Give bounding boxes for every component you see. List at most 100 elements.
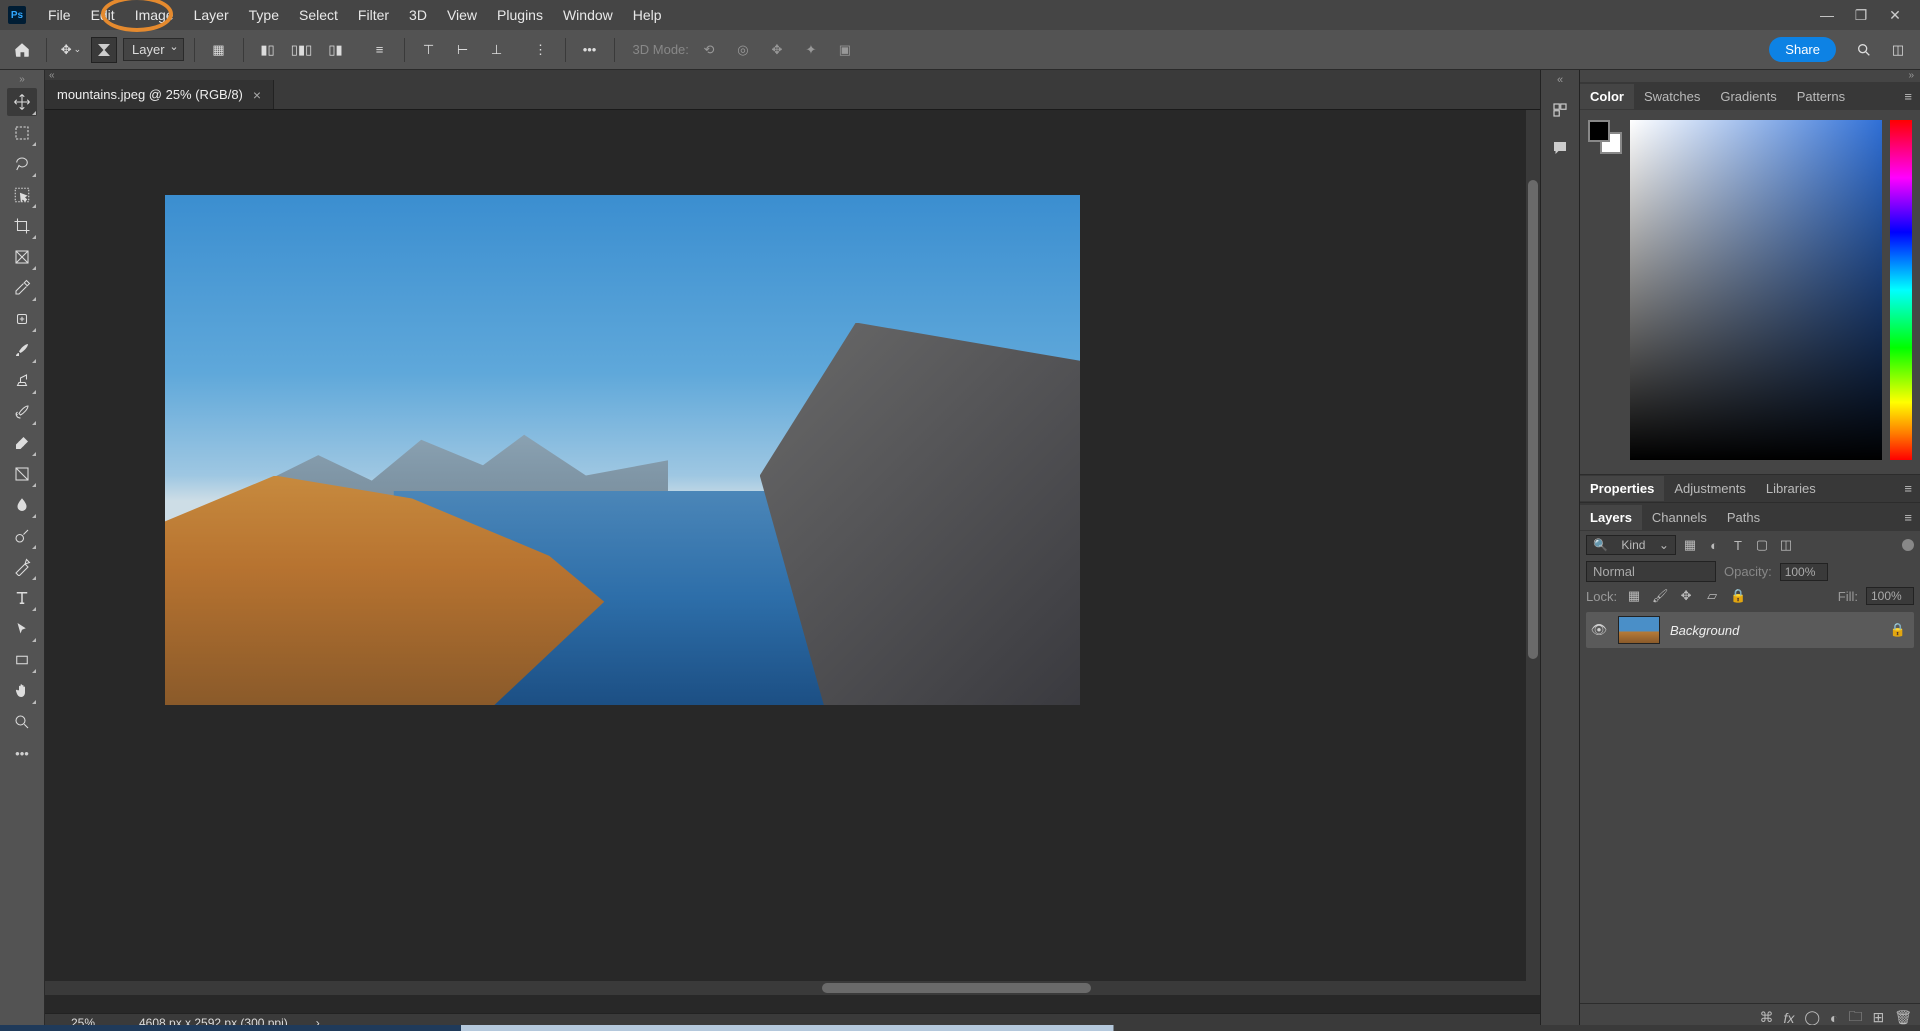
history-brush-tool[interactable] — [7, 398, 37, 426]
tab-swatches[interactable]: Swatches — [1634, 84, 1710, 109]
3d-orbit-icon[interactable]: ⟲ — [695, 36, 723, 64]
blur-tool[interactable] — [7, 491, 37, 519]
menu-layer[interactable]: Layer — [184, 3, 239, 27]
color-field[interactable] — [1630, 120, 1882, 460]
lock-pixels-icon[interactable]: 🖌 — [1651, 588, 1669, 604]
gradient-tool[interactable] — [7, 460, 37, 488]
lock-artboard-icon[interactable]: ▱ — [1703, 588, 1721, 604]
tab-gradients[interactable]: Gradients — [1710, 84, 1786, 109]
align-bottom-icon[interactable]: ⊥ — [483, 36, 511, 64]
opacity-field[interactable]: 100% — [1780, 563, 1828, 581]
marquee-tool[interactable] — [7, 119, 37, 147]
window-close-button[interactable]: ✕ — [1878, 3, 1912, 27]
distribute-v-icon[interactable]: ⋮ — [527, 36, 555, 64]
lock-all-icon[interactable]: 🔒 — [1729, 588, 1747, 604]
healing-brush-tool[interactable] — [7, 305, 37, 333]
crop-tool[interactable] — [7, 212, 37, 240]
layer-filter-dropdown[interactable]: 🔍Kind⌄ — [1586, 535, 1676, 555]
zoom-tool[interactable] — [7, 708, 37, 736]
layer-fx-icon[interactable]: fx — [1783, 1010, 1794, 1026]
menu-view[interactable]: View — [437, 3, 487, 27]
brush-tool[interactable] — [7, 336, 37, 364]
clone-stamp-tool[interactable] — [7, 367, 37, 395]
expand-panels-handle[interactable]: « — [1557, 74, 1563, 86]
menu-filter[interactable]: Filter — [348, 3, 399, 27]
tools-more[interactable]: ••• — [7, 739, 37, 767]
layer-thumbnail[interactable] — [1618, 616, 1660, 644]
eyedropper-tool[interactable] — [7, 274, 37, 302]
filter-shape-icon[interactable]: ▢ — [1752, 535, 1772, 555]
menu-3d[interactable]: 3D — [399, 3, 437, 27]
rectangle-tool[interactable] — [7, 646, 37, 674]
vertical-scrollbar[interactable] — [1526, 110, 1540, 981]
share-button[interactable]: Share — [1769, 37, 1836, 62]
fill-field[interactable]: 100% — [1866, 587, 1914, 605]
document-tab[interactable]: mountains.jpeg @ 25% (RGB/8) × — [45, 80, 274, 109]
filter-smart-icon[interactable]: ◫ — [1776, 535, 1796, 555]
tools-collapse-handle[interactable]: » — [19, 74, 25, 86]
layer-name[interactable]: Background — [1670, 623, 1739, 638]
more-options-icon[interactable]: ••• — [576, 36, 604, 64]
workspace-switcher-icon[interactable]: ◫ — [1884, 36, 1912, 64]
new-layer-icon[interactable]: ⊞ — [1872, 1009, 1884, 1026]
frame-tool[interactable] — [7, 243, 37, 271]
tab-patterns[interactable]: Patterns — [1787, 84, 1855, 109]
filter-pixel-icon[interactable]: ▦ — [1680, 535, 1700, 555]
tab-layers[interactable]: Layers — [1580, 505, 1642, 530]
auto-select-toggle[interactable] — [91, 37, 117, 63]
menu-file[interactable]: File — [38, 3, 81, 27]
properties-panel-menu-icon[interactable]: ≡ — [1896, 481, 1920, 496]
canvas[interactable] — [45, 110, 1540, 1013]
layers-panel-menu-icon[interactable]: ≡ — [1896, 510, 1920, 525]
auto-select-target-dropdown[interactable]: Layer — [123, 38, 184, 61]
filter-toggle[interactable] — [1902, 539, 1914, 551]
menu-image[interactable]: Image — [125, 3, 184, 27]
distribute-h-icon[interactable]: ≡ — [366, 36, 394, 64]
type-tool[interactable] — [7, 584, 37, 612]
link-layers-icon[interactable]: ⌘ — [1759, 1009, 1773, 1026]
new-fill-layer-icon[interactable]: ◐ — [1830, 1010, 1838, 1026]
3d-pan-icon[interactable]: ✥ — [763, 36, 791, 64]
comments-panel-icon[interactable] — [1546, 134, 1574, 162]
menu-type[interactable]: Type — [239, 3, 289, 27]
move-tool-indicator-icon[interactable]: ✥⌄ — [57, 36, 85, 64]
layer-visibility-icon[interactable]: 👁 — [1590, 622, 1608, 638]
tab-adjustments[interactable]: Adjustments — [1664, 476, 1756, 501]
object-select-tool[interactable] — [7, 181, 37, 209]
menu-plugins[interactable]: Plugins — [487, 3, 553, 27]
eraser-tool[interactable] — [7, 429, 37, 457]
tab-libraries[interactable]: Libraries — [1756, 476, 1826, 501]
color-panel-menu-icon[interactable]: ≡ — [1896, 89, 1920, 104]
path-select-tool[interactable] — [7, 615, 37, 643]
hand-tool[interactable] — [7, 677, 37, 705]
align-center-h-icon[interactable]: ▯▮▯ — [288, 36, 316, 64]
align-right-icon[interactable]: ▯▮ — [322, 36, 350, 64]
3d-roll-icon[interactable]: ◎ — [729, 36, 757, 64]
close-tab-icon[interactable]: × — [253, 87, 261, 103]
layer-mask-icon[interactable]: ◯ — [1804, 1009, 1820, 1026]
hue-slider[interactable] — [1890, 120, 1912, 460]
3d-camera-icon[interactable]: ▣ — [831, 36, 859, 64]
dodge-tool[interactable] — [7, 522, 37, 550]
window-minimize-button[interactable]: — — [1810, 3, 1844, 27]
delete-layer-icon[interactable]: 🗑 — [1894, 1009, 1912, 1026]
filter-type-icon[interactable]: T — [1728, 535, 1748, 555]
align-top-icon[interactable]: ⊤ — [415, 36, 443, 64]
menu-edit[interactable]: Edit — [81, 3, 125, 27]
layer-row-background[interactable]: 👁 Background 🔒 — [1586, 612, 1914, 648]
transform-controls-toggle[interactable]: ▦ — [205, 36, 233, 64]
filter-adjust-icon[interactable]: ◐ — [1704, 535, 1724, 555]
window-maximize-button[interactable]: ❐ — [1844, 3, 1878, 27]
foreground-color-swatch[interactable] — [1588, 120, 1610, 142]
tab-paths[interactable]: Paths — [1717, 505, 1770, 530]
lasso-tool[interactable] — [7, 150, 37, 178]
align-center-v-icon[interactable]: ⊢ — [449, 36, 477, 64]
align-left-icon[interactable]: ▮▯ — [254, 36, 282, 64]
menu-window[interactable]: Window — [553, 3, 623, 27]
doc-collapse-arrow[interactable]: « — [45, 70, 1540, 80]
history-panel-icon[interactable] — [1546, 96, 1574, 124]
tab-properties[interactable]: Properties — [1580, 476, 1664, 501]
menu-help[interactable]: Help — [623, 3, 672, 27]
3d-slide-icon[interactable]: ✦ — [797, 36, 825, 64]
home-button[interactable] — [8, 36, 36, 64]
